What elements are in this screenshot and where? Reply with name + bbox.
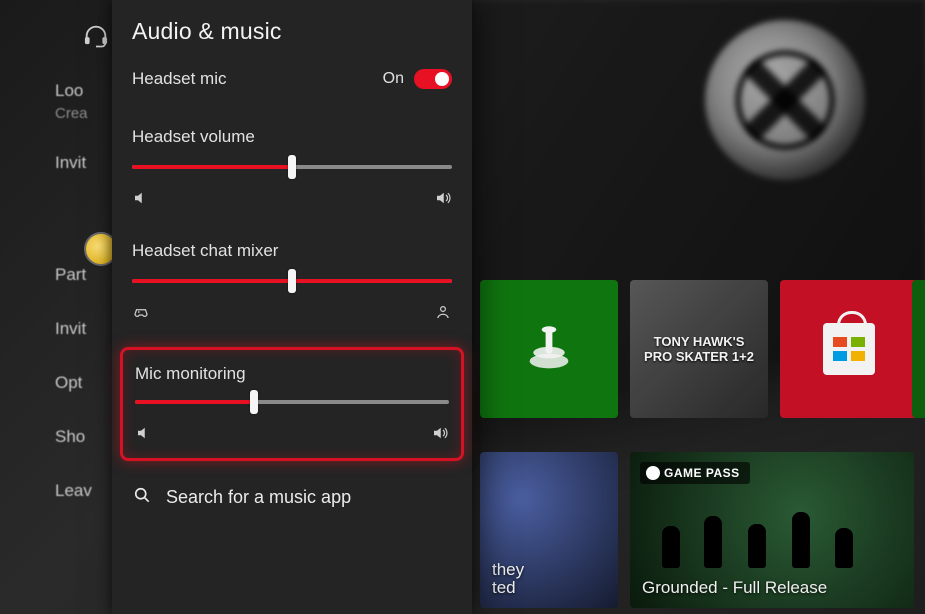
search-icon (132, 485, 152, 510)
headset-mic-label: Headset mic (132, 69, 226, 89)
volume-high-icon (434, 189, 452, 207)
behind-item: Leav (55, 480, 92, 502)
headset-volume-slider[interactable] (132, 165, 452, 169)
mic-monitoring-block: Mic monitoring (120, 347, 464, 461)
tile-caption: Grounded - Full Release (642, 578, 902, 598)
tile-art (650, 508, 894, 568)
volume-high-icon (431, 424, 449, 442)
pin-stack-icon (520, 320, 578, 378)
xbox-logo-sphere (705, 20, 865, 180)
chat-mixer-slider[interactable] (132, 279, 452, 283)
search-music-app-button[interactable]: Search for a music app (132, 479, 452, 516)
behind-item: Invit (55, 152, 92, 174)
chat-mixer-label: Headset chat mixer (132, 241, 452, 261)
mic-monitoring-label: Mic monitoring (135, 364, 449, 384)
audio-music-panel: Audio & music Headset mic On Headset vol… (112, 0, 472, 614)
headset-volume-block: Headset volume (132, 119, 452, 215)
headset-mic-toggle[interactable] (414, 69, 452, 89)
behind-item: Sho (55, 426, 92, 448)
promo-tile-1[interactable]: they ted (480, 452, 618, 608)
headset-mic-row[interactable]: Headset mic On (132, 69, 452, 89)
behind-item: Invit (55, 318, 92, 340)
behind-item: Crea (55, 104, 92, 124)
chat-mixer-block: Headset chat mixer (132, 233, 452, 329)
panel-title: Audio & music (132, 18, 452, 45)
headset-mic-state-text: On (383, 70, 404, 88)
mic-monitoring-slider[interactable] (135, 400, 449, 404)
game-pass-badge: GAME PASS (640, 462, 750, 484)
tile-caption: they (492, 560, 606, 580)
tile-title: TONY HAWK'S PRO SKATER 1+2 (640, 334, 758, 364)
partial-tile[interactable] (912, 280, 925, 418)
search-music-app-label: Search for a music app (166, 487, 351, 508)
grounded-tile[interactable]: GAME PASS Grounded - Full Release (630, 452, 914, 608)
xbox-guide-audio-screen: Loo Crea Invit Part Invit Opt Sho Leav T… (0, 0, 925, 614)
person-icon (434, 303, 452, 321)
volume-low-icon (132, 189, 150, 207)
headset-volume-label: Headset volume (132, 127, 452, 147)
home-tiles-row-2: they ted GAME PASS Grounded - Full Relea… (480, 452, 914, 608)
tile-caption: ted (492, 578, 606, 598)
guide-menu-partial: Loo Crea Invit Part Invit Opt Sho Leav (55, 80, 92, 534)
microsoft-store-tile[interactable] (780, 280, 918, 418)
volume-low-icon (135, 424, 153, 442)
headset-icon (82, 22, 110, 55)
behind-item: Opt (55, 372, 92, 394)
behind-item: Loo (55, 80, 92, 102)
home-tiles-row-1: TONY HAWK'S PRO SKATER 1+2 (480, 280, 920, 418)
game-controller-icon (132, 303, 150, 321)
store-bag-icon (823, 323, 875, 375)
behind-item: Part (55, 264, 92, 286)
pins-tile[interactable] (480, 280, 618, 418)
tony-hawk-tile[interactable]: TONY HAWK'S PRO SKATER 1+2 (630, 280, 768, 418)
